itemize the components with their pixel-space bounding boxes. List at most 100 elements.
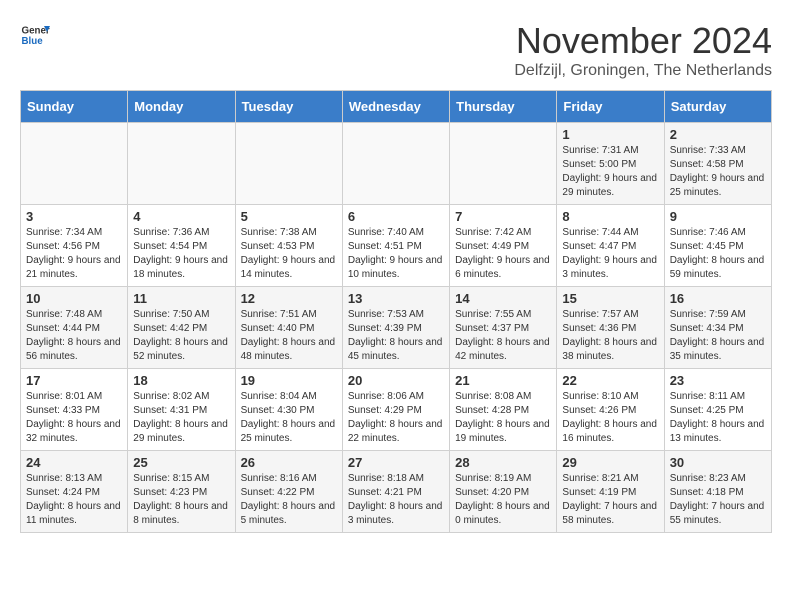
day-number: 29 bbox=[562, 455, 658, 470]
calendar-header-row: Sunday Monday Tuesday Wednesday Thursday… bbox=[21, 91, 772, 123]
calendar-cell bbox=[128, 123, 235, 205]
calendar-cell: 25 Sunrise: 8:15 AM Sunset: 4:23 PM Dayli… bbox=[128, 451, 235, 533]
calendar-cell: 15 Sunrise: 7:57 AM Sunset: 4:36 PM Dayli… bbox=[557, 287, 664, 369]
calendar-cell: 20Sunrise: 8:06 AM Sunset: 4:29 PM Dayli… bbox=[342, 369, 449, 451]
day-info: Sunrise: 8:11 AM Sunset: 4:25 PM Dayligh… bbox=[670, 390, 766, 446]
day-number: 18 bbox=[133, 373, 229, 388]
day-number: 26 bbox=[241, 455, 337, 470]
day-info: Sunrise: 8:15 AM Sunset: 4:23 PM Dayligh… bbox=[133, 472, 229, 528]
day-info: Sunrise: 8:04 AM Sunset: 4:30 PM Dayligh… bbox=[241, 390, 337, 446]
header-wednesday: Wednesday bbox=[342, 91, 449, 123]
calendar-cell bbox=[235, 123, 342, 205]
day-info: Sunrise: 8:01 AM Sunset: 4:33 PM Dayligh… bbox=[26, 390, 122, 446]
calendar-cell: 24 Sunrise: 8:13 AM Sunset: 4:24 PM Dayli… bbox=[21, 451, 128, 533]
day-info: Sunrise: 8:13 AM Sunset: 4:24 PM Dayligh… bbox=[26, 472, 122, 528]
calendar-cell: 19 Sunrise: 8:04 AM Sunset: 4:30 PM Dayli… bbox=[235, 369, 342, 451]
day-info: Sunrise: 8:18 AM Sunset: 4:21 PM Dayligh… bbox=[348, 472, 444, 528]
calendar-cell: 10 Sunrise: 7:48 AM Sunset: 4:44 PM Dayli… bbox=[21, 287, 128, 369]
day-number: 15 bbox=[562, 291, 658, 306]
day-info: Sunrise: 8:23 AM Sunset: 4:18 PM Dayligh… bbox=[670, 472, 766, 528]
day-number: 11 bbox=[133, 291, 229, 306]
calendar-cell: 13Sunrise: 7:53 AM Sunset: 4:39 PM Dayli… bbox=[342, 287, 449, 369]
calendar-cell: 2 Sunrise: 7:33 AM Sunset: 4:58 PM Daylig… bbox=[664, 123, 771, 205]
calendar-cell: 29Sunrise: 8:21 AM Sunset: 4:19 PM Dayli… bbox=[557, 451, 664, 533]
calendar-cell: 6 Sunrise: 7:40 AM Sunset: 4:51 PM Daylig… bbox=[342, 205, 449, 287]
title-area: November 2024 Delfzijl, Groningen, The N… bbox=[514, 20, 772, 80]
calendar-cell: 14 Sunrise: 7:55 AM Sunset: 4:37 PM Dayli… bbox=[450, 287, 557, 369]
day-info: Sunrise: 7:59 AM Sunset: 4:34 PM Dayligh… bbox=[670, 308, 766, 364]
calendar-cell: 27Sunrise: 8:18 AM Sunset: 4:21 PM Dayli… bbox=[342, 451, 449, 533]
header-monday: Monday bbox=[128, 91, 235, 123]
day-number: 4 bbox=[133, 209, 229, 224]
calendar-cell: 28 Sunrise: 8:19 AM Sunset: 4:20 PM Dayli… bbox=[450, 451, 557, 533]
day-number: 13 bbox=[348, 291, 444, 306]
day-number: 6 bbox=[348, 209, 444, 224]
day-info: Sunrise: 7:40 AM Sunset: 4:51 PM Dayligh… bbox=[348, 226, 444, 282]
calendar-cell: 17 Sunrise: 8:01 AM Sunset: 4:33 PM Dayli… bbox=[21, 369, 128, 451]
day-info: Sunrise: 8:19 AM Sunset: 4:20 PM Dayligh… bbox=[455, 472, 551, 528]
month-title: November 2024 bbox=[514, 20, 772, 62]
day-info: Sunrise: 7:50 AM Sunset: 4:42 PM Dayligh… bbox=[133, 308, 229, 364]
day-number: 17 bbox=[26, 373, 122, 388]
day-number: 14 bbox=[455, 291, 551, 306]
day-number: 10 bbox=[26, 291, 122, 306]
calendar-cell: 1Sunrise: 7:31 AM Sunset: 5:00 PM Daylig… bbox=[557, 123, 664, 205]
calendar-cell: 11 Sunrise: 7:50 AM Sunset: 4:42 PM Dayli… bbox=[128, 287, 235, 369]
header: General Blue November 2024 Delfzijl, Gro… bbox=[20, 20, 772, 80]
day-number: 23 bbox=[670, 373, 766, 388]
day-info: Sunrise: 7:48 AM Sunset: 4:44 PM Dayligh… bbox=[26, 308, 122, 364]
day-info: Sunrise: 7:31 AM Sunset: 5:00 PM Dayligh… bbox=[562, 144, 658, 200]
day-info: Sunrise: 8:06 AM Sunset: 4:29 PM Dayligh… bbox=[348, 390, 444, 446]
day-number: 12 bbox=[241, 291, 337, 306]
day-number: 2 bbox=[670, 127, 766, 142]
calendar-cell: 21Sunrise: 8:08 AM Sunset: 4:28 PM Dayli… bbox=[450, 369, 557, 451]
calendar-week-3: 17 Sunrise: 8:01 AM Sunset: 4:33 PM Dayli… bbox=[21, 369, 772, 451]
calendar-cell: 18 Sunrise: 8:02 AM Sunset: 4:31 PM Dayli… bbox=[128, 369, 235, 451]
calendar-cell bbox=[342, 123, 449, 205]
calendar-cell bbox=[21, 123, 128, 205]
svg-text:Blue: Blue bbox=[22, 36, 44, 47]
calendar-cell: 30 Sunrise: 8:23 AM Sunset: 4:18 PM Dayli… bbox=[664, 451, 771, 533]
day-number: 3 bbox=[26, 209, 122, 224]
header-sunday: Sunday bbox=[21, 91, 128, 123]
day-number: 7 bbox=[455, 209, 551, 224]
day-info: Sunrise: 7:34 AM Sunset: 4:56 PM Dayligh… bbox=[26, 226, 122, 282]
logo-icon: General Blue bbox=[20, 20, 50, 50]
calendar-cell: 4 Sunrise: 7:36 AM Sunset: 4:54 PM Daylig… bbox=[128, 205, 235, 287]
day-info: Sunrise: 7:57 AM Sunset: 4:36 PM Dayligh… bbox=[562, 308, 658, 364]
day-info: Sunrise: 7:46 AM Sunset: 4:45 PM Dayligh… bbox=[670, 226, 766, 282]
day-info: Sunrise: 7:36 AM Sunset: 4:54 PM Dayligh… bbox=[133, 226, 229, 282]
day-number: 19 bbox=[241, 373, 337, 388]
day-info: Sunrise: 7:44 AM Sunset: 4:47 PM Dayligh… bbox=[562, 226, 658, 282]
day-number: 5 bbox=[241, 209, 337, 224]
calendar-week-1: 3 Sunrise: 7:34 AM Sunset: 4:56 PM Daylig… bbox=[21, 205, 772, 287]
header-tuesday: Tuesday bbox=[235, 91, 342, 123]
day-info: Sunrise: 8:10 AM Sunset: 4:26 PM Dayligh… bbox=[562, 390, 658, 446]
day-number: 24 bbox=[26, 455, 122, 470]
day-info: Sunrise: 7:42 AM Sunset: 4:49 PM Dayligh… bbox=[455, 226, 551, 282]
day-number: 28 bbox=[455, 455, 551, 470]
calendar-week-0: 1Sunrise: 7:31 AM Sunset: 5:00 PM Daylig… bbox=[21, 123, 772, 205]
calendar-cell: 16 Sunrise: 7:59 AM Sunset: 4:34 PM Dayli… bbox=[664, 287, 771, 369]
day-number: 16 bbox=[670, 291, 766, 306]
header-saturday: Saturday bbox=[664, 91, 771, 123]
calendar-cell bbox=[450, 123, 557, 205]
day-info: Sunrise: 7:55 AM Sunset: 4:37 PM Dayligh… bbox=[455, 308, 551, 364]
calendar-cell: 7 Sunrise: 7:42 AM Sunset: 4:49 PM Daylig… bbox=[450, 205, 557, 287]
day-number: 22 bbox=[562, 373, 658, 388]
day-number: 21 bbox=[455, 373, 551, 388]
subtitle: Delfzijl, Groningen, The Netherlands bbox=[514, 62, 772, 80]
header-thursday: Thursday bbox=[450, 91, 557, 123]
day-info: Sunrise: 7:38 AM Sunset: 4:53 PM Dayligh… bbox=[241, 226, 337, 282]
calendar-cell: 26 Sunrise: 8:16 AM Sunset: 4:22 PM Dayli… bbox=[235, 451, 342, 533]
day-info: Sunrise: 7:51 AM Sunset: 4:40 PM Dayligh… bbox=[241, 308, 337, 364]
calendar-cell: 12 Sunrise: 7:51 AM Sunset: 4:40 PM Dayli… bbox=[235, 287, 342, 369]
calendar-cell: 5 Sunrise: 7:38 AM Sunset: 4:53 PM Daylig… bbox=[235, 205, 342, 287]
day-info: Sunrise: 7:33 AM Sunset: 4:58 PM Dayligh… bbox=[670, 144, 766, 200]
day-number: 30 bbox=[670, 455, 766, 470]
day-number: 8 bbox=[562, 209, 658, 224]
day-info: Sunrise: 8:02 AM Sunset: 4:31 PM Dayligh… bbox=[133, 390, 229, 446]
day-info: Sunrise: 8:16 AM Sunset: 4:22 PM Dayligh… bbox=[241, 472, 337, 528]
calendar-week-4: 24 Sunrise: 8:13 AM Sunset: 4:24 PM Dayli… bbox=[21, 451, 772, 533]
day-number: 25 bbox=[133, 455, 229, 470]
